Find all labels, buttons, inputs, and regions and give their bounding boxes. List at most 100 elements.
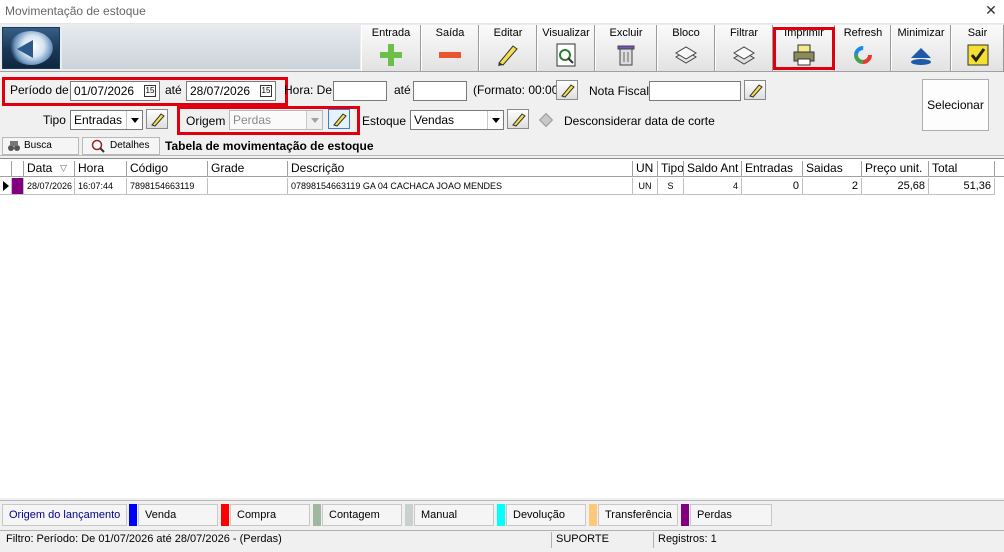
title-bar (0, 0, 1004, 24)
editar-button[interactable]: Editar (479, 25, 537, 71)
cell-descricao[interactable]: 07898154663119 GA 04 CACHACA JOAO MENDES (288, 178, 633, 195)
calendar-icon[interactable]: 15 (260, 85, 272, 97)
bloco-button[interactable]: Bloco (657, 25, 715, 71)
tab-detalhes[interactable]: Detalhes (82, 137, 160, 155)
col-header-preco-unit[interactable]: Preço unit. (862, 161, 929, 177)
legend-item-devolucao: Devolução (506, 504, 586, 526)
cell-data[interactable]: 28/07/2026 (24, 178, 75, 195)
cell-hora[interactable]: 16:07:44 (75, 178, 127, 195)
pencil-icon (561, 84, 575, 98)
pencil-icon (151, 113, 165, 127)
estoque-label: Estoque (362, 114, 407, 128)
cell-saldo-ant[interactable]: 4 (684, 178, 742, 195)
periodo-end-field[interactable]: 28/07/2026 15 (186, 81, 276, 101)
col-header-grade[interactable]: Grade (208, 161, 288, 177)
minimizar-button[interactable]: Minimizar (891, 25, 951, 71)
cell-un[interactable]: UN (633, 178, 658, 195)
legend-swatch-perdas (681, 504, 689, 526)
tab-busca[interactable]: Busca (2, 137, 79, 155)
close-icon[interactable]: ✕ (981, 2, 1001, 19)
col-header-tipo[interactable]: Tipo (658, 161, 684, 177)
legend-item-contagem: Contagem (322, 504, 402, 526)
origem-select[interactable]: Perdas (229, 110, 323, 130)
refresh-icon (854, 46, 872, 64)
cell-total[interactable]: 51,36 (929, 178, 995, 195)
trash-icon (617, 45, 635, 66)
plus-icon (380, 44, 402, 66)
binoculars-icon (8, 141, 20, 151)
origem-label: Origem (186, 114, 226, 128)
tipo-select[interactable]: Entradas (70, 110, 143, 130)
legend-item-manual: Manual (414, 504, 494, 526)
header-filler (995, 161, 1004, 177)
row-origin-marker (12, 178, 24, 195)
col-header-total[interactable]: Total (929, 161, 995, 177)
legend-swatch-venda (129, 504, 137, 526)
status-registros: Registros: 1 (658, 533, 717, 545)
cell-grade[interactable] (208, 178, 288, 195)
window-title: Movimentação de estoque (5, 4, 146, 18)
magnifier-icon (91, 139, 105, 153)
legend-swatch-compra (221, 504, 229, 526)
periodo-label: Período de (10, 83, 69, 97)
block-icon (675, 46, 697, 64)
hora-start-field[interactable] (333, 81, 387, 101)
toolbar-banner (62, 27, 360, 69)
legend-item-compra: Compra (230, 504, 310, 526)
filtrar-button[interactable]: Filtrar (715, 25, 773, 71)
formato-label: (Formato: 00:00) (473, 83, 563, 97)
pencil-icon (333, 113, 347, 127)
ate-label: até (165, 83, 182, 97)
cell-saidas[interactable]: 2 (803, 178, 862, 195)
periodo-start-field[interactable]: 01/07/2026 15 (70, 81, 160, 101)
cell-tipo[interactable]: S (658, 178, 684, 195)
visualizar-button[interactable]: Visualizar (537, 25, 595, 71)
cell-preco-unit[interactable]: 25,68 (862, 178, 929, 195)
estoque-select[interactable]: Vendas (410, 110, 504, 130)
cell-codigo[interactable]: 7898154663119 (127, 178, 208, 195)
col-header-un[interactable]: UN (633, 161, 658, 177)
saida-button[interactable]: Saída (421, 25, 479, 71)
minus-icon (439, 52, 461, 58)
row-indicator[interactable] (0, 178, 12, 195)
app-logo (2, 27, 60, 69)
col-header-entradas[interactable]: Entradas (742, 161, 803, 177)
cell-entradas[interactable]: 0 (742, 178, 803, 195)
col-header-saldo-ant[interactable]: Saldo Ant (684, 161, 742, 177)
calendar-icon[interactable]: 15 (144, 85, 156, 97)
nota-fiscal-label: Nota Fiscal (589, 84, 650, 98)
sort-descending-icon[interactable]: ▽ (60, 161, 67, 176)
status-filtro: Filtro: Período: De 01/07/2026 até 28/07… (2, 532, 552, 548)
tipo-apply-button[interactable] (146, 109, 168, 129)
col-header-data[interactable]: Data ▽ (24, 161, 75, 177)
current-row-icon (3, 181, 9, 191)
selecionar-button[interactable]: Selecionar (922, 79, 989, 131)
preview-icon (556, 43, 576, 67)
pencil-icon (498, 45, 518, 66)
legend-swatch-manual (405, 504, 413, 526)
legend-title: Origem do lançamento (2, 504, 127, 526)
minimize-icon (911, 48, 931, 65)
nota-fiscal-field[interactable] (649, 81, 741, 101)
hora-end-field[interactable] (413, 81, 467, 101)
entrada-button[interactable]: Entrada (361, 25, 421, 71)
excluir-button[interactable]: Excluir (595, 25, 657, 71)
col-header-hora[interactable]: Hora (75, 161, 127, 177)
hora-apply-button[interactable] (556, 80, 578, 100)
col-header-codigo[interactable]: Código (127, 161, 208, 177)
estoque-apply-button[interactable] (507, 109, 529, 129)
legend-swatch-devolucao (497, 504, 505, 526)
refresh-button[interactable]: Refresh (835, 25, 891, 71)
legend-item-perdas: Perdas (690, 504, 772, 526)
chevron-down-icon (126, 111, 142, 129)
sair-button[interactable]: Sair (951, 25, 1004, 71)
status-usuario: SUPORTE (552, 532, 654, 548)
legend-swatch-contagem (313, 504, 321, 526)
filter-icon (733, 46, 755, 65)
col-header-saidas[interactable]: Saidas (803, 161, 862, 177)
color-header (12, 161, 24, 177)
origem-apply-button[interactable] (328, 109, 350, 129)
desconsiderar-checkbox[interactable] (538, 112, 554, 128)
nota-fiscal-apply-button[interactable] (744, 80, 766, 100)
col-header-descricao[interactable]: Descrição (288, 161, 633, 177)
